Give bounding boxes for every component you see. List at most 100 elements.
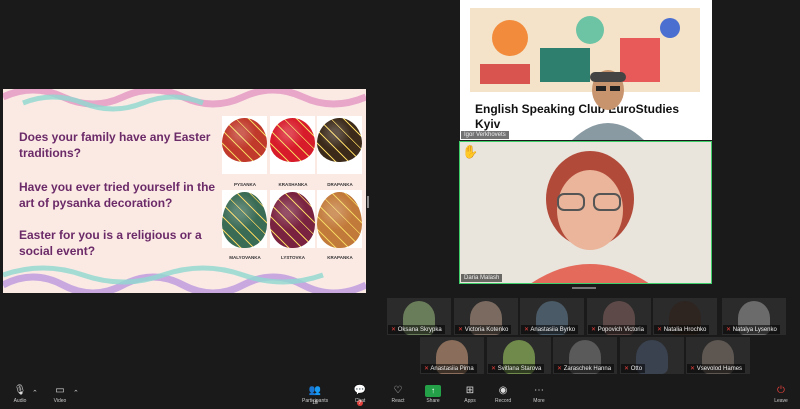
participant-tile[interactable]: ✕ Vsevolod Hames [686,337,750,374]
participant-tile[interactable]: ✕ Anastasiia Pirna [420,337,484,374]
egg-label-krapanka: KRAPANKA [327,255,353,260]
egg-label-pysanka: PYSANKA [233,182,256,187]
participant-tile[interactable]: ✕ Otto [620,337,684,374]
apps-icon: ⊞ [465,385,475,396]
slide-question-2: Have you ever tried yourself in the art … [19,180,216,210]
mic-muted-icon: ✕ [591,327,598,333]
more-button[interactable]: ⋯ More [531,385,547,404]
participant-nameplate: ✕ Vsevolod Hames [687,364,746,373]
react-button[interactable]: ♡ React [390,385,406,404]
nameplate-daria: Daria Malash [461,274,503,282]
raised-hand-icon: ✋ [462,144,479,159]
participant-name: Natalya Lysenko [732,327,777,333]
egg-cell-malyovanka [222,190,267,248]
participant-nameplate: ✕ Zaraschek Hanna [554,364,615,373]
video-camera-icon: ▭ [55,385,65,396]
egg-label-drapanka: DRAPANKA [327,182,353,187]
participants-label: Participants [302,398,329,404]
participant-nameplate: ✕ Anastasiia Pirna [421,364,477,373]
panel-resize-handle[interactable] [367,196,369,208]
leave-button[interactable]: ⏻ Leave [773,385,789,404]
record-icon: ◉ [498,385,508,396]
egg-cell-lystovka [270,190,315,248]
participants-icon: 👥18 [308,385,322,406]
mic-muted-icon: ✕ [391,327,398,333]
participant-nameplate: ✕ Oksana Skrypka [388,325,445,334]
more-label: More [533,398,545,404]
shared-slide: Does your family have any Easter traditi… [3,89,366,293]
video-button[interactable]: ▭ Video [52,385,68,404]
participant-name: Vsevolod Hames [696,366,743,372]
egg-cell-pysanka [222,116,267,174]
participant-name: Victoria Kotenko [464,327,509,333]
mic-muted-icon: ✕ [557,366,564,372]
participant-name: Anastasiia Byrko [530,327,576,333]
participant-tile[interactable]: ✕ Svitlana Starova [487,337,551,374]
participant-tile[interactable]: ✕ Oksana Skrypka [387,298,451,335]
participant-tile[interactable]: ✕ Zaraschek Hanna [553,337,617,374]
share-screen-icon: ↑ [425,385,441,397]
mic-muted-icon: ✕ [491,366,498,372]
mic-muted-icon: ✕ [690,366,697,372]
leave-icon: ⏻ [777,385,785,396]
participant-name: Zaraschek Hanna [563,366,612,372]
more-dots-icon: ⋯ [534,385,544,396]
egg-cell-krapanka [317,190,362,248]
participant-tile[interactable]: ✕ Victoria Kotenko [454,298,518,335]
audio-label: Audio [13,398,27,404]
video-tile-active-speaker[interactable]: ✋ Daria Malash [459,141,712,284]
gallery-drag-bar[interactable] [572,287,596,289]
participant-tile[interactable]: ✕ Popovich Victoria [587,298,651,335]
egg-image-drapanka [317,118,362,162]
audio-button[interactable]: 🎙 Audio [12,385,28,404]
mic-muted-icon: ✕ [726,327,733,333]
egg-image-krapanka [317,192,362,248]
mic-muted-icon: ✕ [458,327,465,333]
participant-nameplate: ✕ Anastasiia Byrko [521,325,579,334]
participant-tile[interactable]: ✕ Natalya Lysenko [722,298,786,335]
egg-label-lystovka: LYSTOVKA [280,255,305,260]
participant-tile[interactable]: ✕ Natalia Hrochko [653,298,717,335]
speaker-igor-video [572,70,644,140]
microphone-muted-icon: 🎙 [13,385,27,396]
participant-nameplate: ✕ Natalia Hrochko [654,325,710,334]
egg-image-malyovanka [222,192,267,248]
video-tile-igor[interactable]: English Speaking Club EuroStudies Kyiv I… [460,0,712,140]
participant-name: Anastasiia Pirna [430,366,474,372]
mic-muted-icon: ✕ [657,327,664,333]
share-label: Share [426,398,440,404]
apps-button[interactable]: ⊞ Apps [462,385,478,404]
apps-label: Apps [464,398,476,404]
participant-nameplate: ✕ Otto [621,364,646,373]
participant-name: Otto [630,366,643,372]
nameplate-igor: Igor Verkhovets [461,131,509,139]
participant-name: Popovich Victoria [597,327,644,333]
participant-name: Oksana Skrypka [397,327,442,333]
audio-options-caret[interactable]: ⌃ [32,389,38,397]
leave-label: Leave [774,398,788,404]
egg-cell-drapanka [317,116,362,174]
egg-label-malyovanka: MALYOVANKA [229,255,261,260]
react-label: React [391,398,405,404]
video-options-caret[interactable]: ⌃ [73,389,79,397]
mic-muted-icon: ✕ [624,366,631,372]
egg-image-lystovka [270,192,315,248]
participant-tile[interactable]: ✕ Anastasiia Byrko [520,298,584,335]
egg-image-krashanka [270,118,315,162]
meeting-toolbar: 🎙 Audio ⌃ ▭ Video ⌃ 👥18 Participants 💬7 … [0,383,800,409]
record-button[interactable]: ◉ Record [495,385,511,404]
participant-nameplate: ✕ Popovich Victoria [588,325,647,334]
participant-name: Natalia Hrochko [663,327,707,333]
share-button[interactable]: ↑ Share [425,385,441,404]
participants-button[interactable]: 👥18 Participants [302,385,329,406]
participant-name: Svitlana Starova [497,366,542,372]
chat-button[interactable]: 💬7 Chat [352,385,368,406]
slide-question-3: Easter for you is a religious or a socia… [19,228,202,258]
chat-label: Chat [354,398,366,404]
egg-label-krashanka: KRASHANKA [278,182,308,187]
participant-nameplate: ✕ Natalya Lysenko [723,325,780,334]
slide-question-1: Does your family have any Easter traditi… [19,130,211,160]
egg-cell-krashanka [270,116,315,174]
participant-nameplate: ✕ Svitlana Starova [488,364,545,373]
video-label: Video [53,398,67,404]
